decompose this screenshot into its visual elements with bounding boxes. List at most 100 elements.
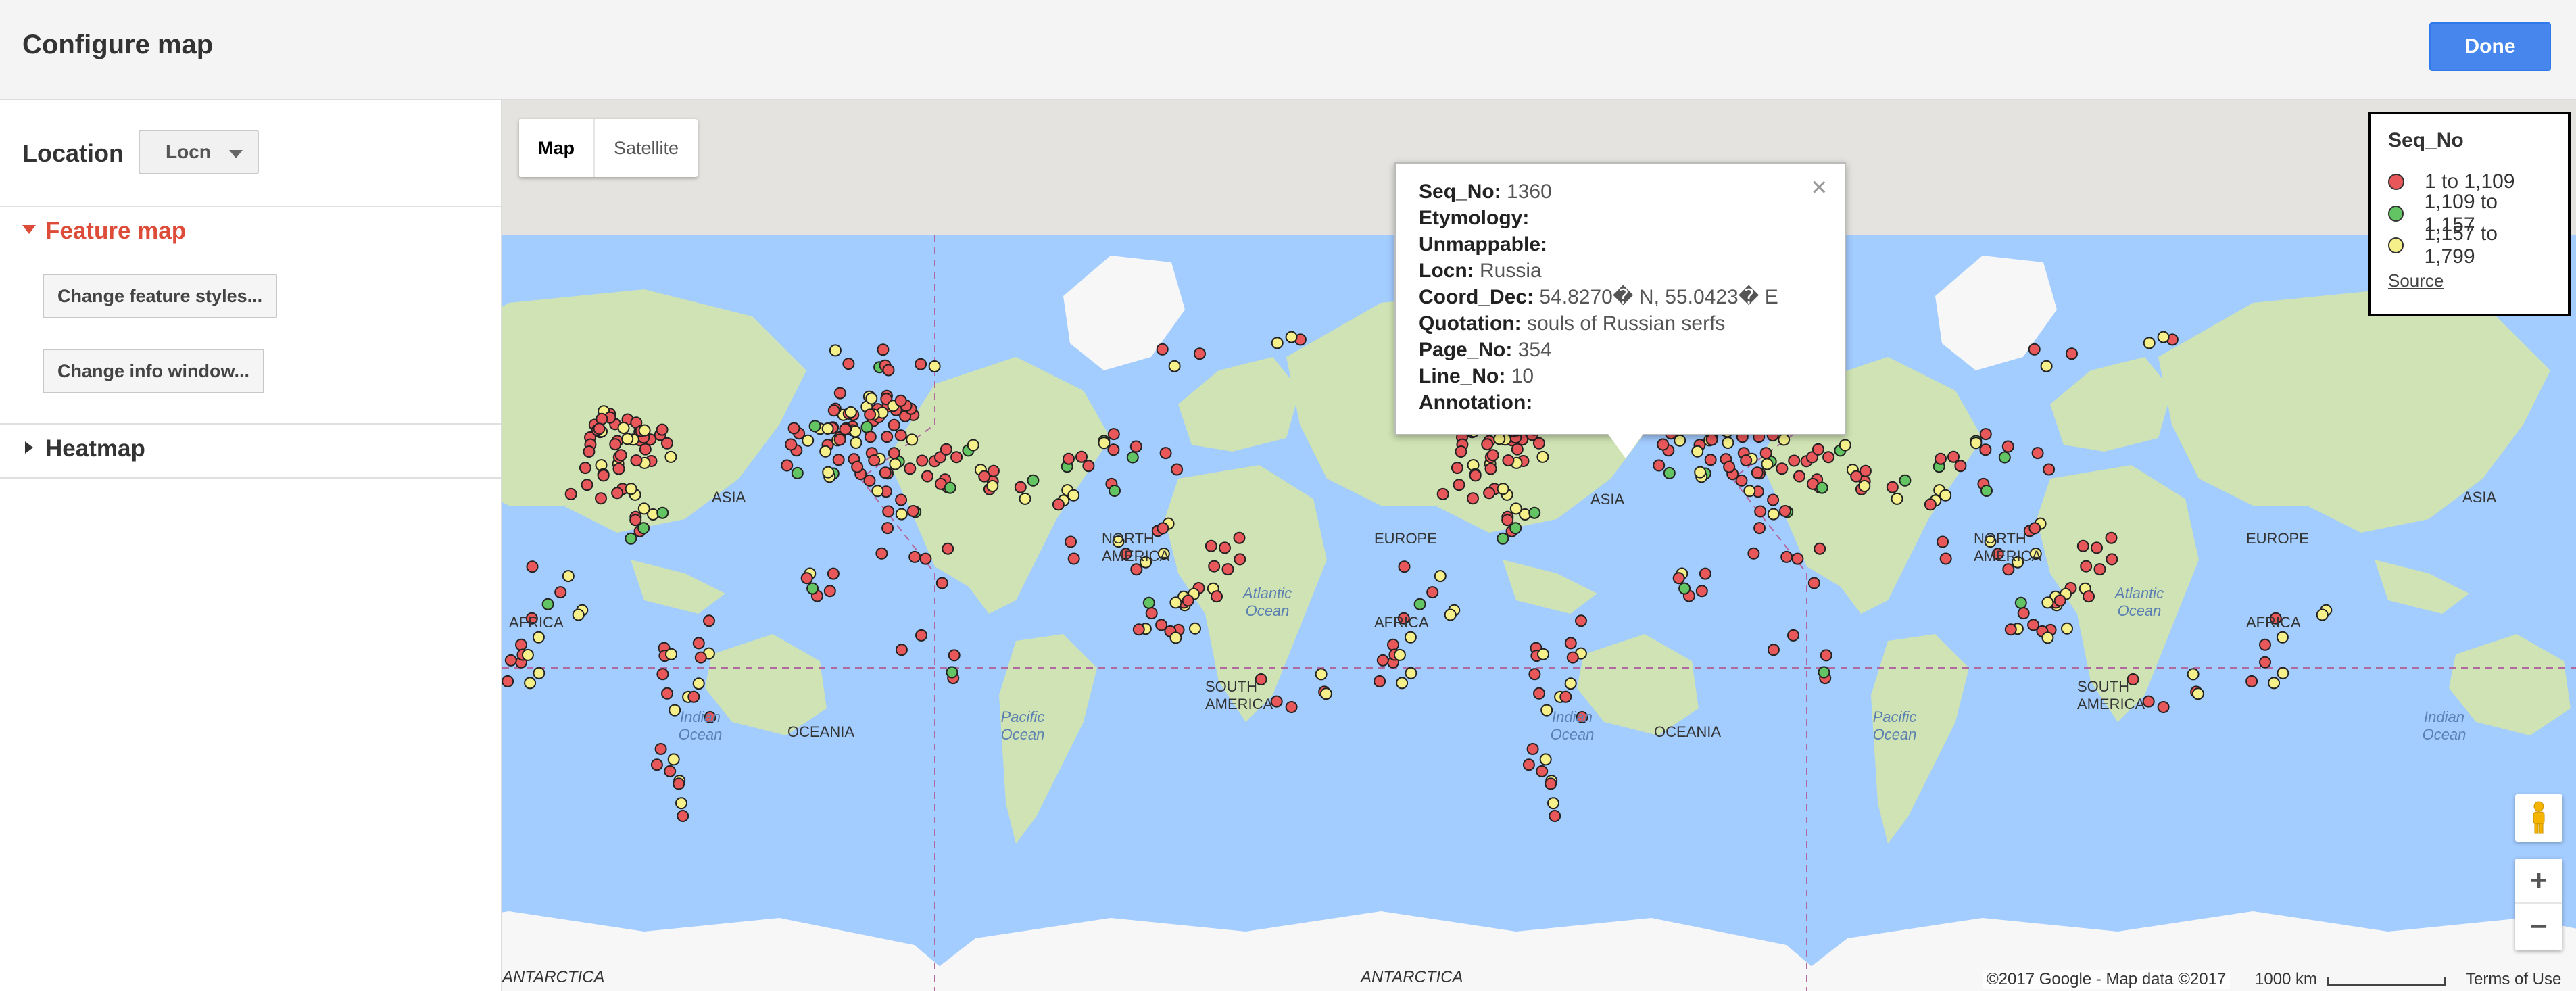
map-marker[interactable] xyxy=(895,493,908,506)
map-marker[interactable] xyxy=(1126,451,1139,464)
map-marker[interactable] xyxy=(1704,454,1717,466)
map-marker[interactable] xyxy=(664,765,677,777)
map-marker[interactable] xyxy=(928,360,941,372)
map-marker[interactable] xyxy=(1169,631,1182,644)
map-marker[interactable] xyxy=(1234,553,1246,566)
map-marker[interactable] xyxy=(1767,508,1780,521)
map-marker[interactable] xyxy=(597,469,610,482)
map-marker[interactable] xyxy=(868,454,881,467)
map-type-map-button[interactable]: Map xyxy=(519,119,595,177)
map-marker[interactable] xyxy=(895,644,908,656)
map-marker[interactable] xyxy=(1484,462,1497,475)
zoom-in-button[interactable]: + xyxy=(2515,859,2562,904)
map-marker[interactable] xyxy=(2076,539,2089,552)
map-marker[interactable] xyxy=(1109,485,1121,497)
map-marker[interactable] xyxy=(1779,505,1791,517)
map-marker[interactable] xyxy=(639,443,652,456)
map-marker[interactable] xyxy=(1820,649,1832,662)
map-marker[interactable] xyxy=(904,462,917,475)
map-marker[interactable] xyxy=(1129,440,1142,453)
map-marker[interactable] xyxy=(1233,531,1246,544)
map-marker[interactable] xyxy=(823,585,836,598)
map-marker[interactable] xyxy=(1678,582,1691,595)
close-icon[interactable]: × xyxy=(1812,174,1827,201)
map-marker[interactable] xyxy=(1980,485,1993,497)
map-marker[interactable] xyxy=(877,343,890,356)
map-marker[interactable] xyxy=(2091,541,2103,554)
map-marker[interactable] xyxy=(2014,596,2027,609)
map-marker[interactable] xyxy=(842,358,855,370)
map-marker[interactable] xyxy=(1653,459,1666,472)
map-marker[interactable] xyxy=(2316,608,2329,621)
map-marker[interactable] xyxy=(875,547,888,560)
map-marker[interactable] xyxy=(908,550,921,563)
location-select[interactable]: Locn xyxy=(139,130,259,174)
map-marker[interactable] xyxy=(1722,437,1734,449)
map-marker[interactable] xyxy=(1970,437,1983,450)
map-marker[interactable] xyxy=(781,459,794,472)
map-marker[interactable] xyxy=(1816,481,1828,494)
map-marker[interactable] xyxy=(1067,489,1080,502)
map-marker[interactable] xyxy=(1082,460,1095,473)
done-button[interactable]: Done xyxy=(2429,22,2551,71)
map-marker[interactable] xyxy=(621,433,634,445)
map-marker[interactable] xyxy=(1098,437,1111,450)
map-marker[interactable] xyxy=(1189,622,1201,635)
map-marker[interactable] xyxy=(871,485,884,498)
map-marker[interactable] xyxy=(1019,492,1031,505)
map-marker[interactable] xyxy=(1539,753,1552,766)
map-marker[interactable] xyxy=(833,433,846,446)
map-marker[interactable] xyxy=(625,483,637,495)
map-marker[interactable] xyxy=(2106,553,2118,566)
map-marker[interactable] xyxy=(1319,687,1332,700)
map-marker[interactable] xyxy=(1481,438,1494,451)
map-marker[interactable] xyxy=(882,364,895,377)
map-marker[interactable] xyxy=(1502,454,1515,467)
map-marker[interactable] xyxy=(1132,623,1145,636)
map-marker[interactable] xyxy=(2105,531,2118,544)
legend-source-link[interactable]: Source xyxy=(2388,270,2550,291)
map-marker[interactable] xyxy=(1935,452,1947,465)
map-marker[interactable] xyxy=(524,677,537,690)
map-marker[interactable] xyxy=(2031,447,2044,460)
map-marker[interactable] xyxy=(821,422,834,435)
map-marker[interactable] xyxy=(827,567,840,580)
map-marker[interactable] xyxy=(1451,462,1463,475)
map-marker[interactable] xyxy=(1156,343,1169,356)
map-marker[interactable] xyxy=(1497,532,1509,545)
map-marker[interactable] xyxy=(1814,542,1826,555)
map-marker[interactable] xyxy=(1663,466,1676,479)
map-marker[interactable] xyxy=(1754,505,1767,518)
map-marker[interactable] xyxy=(2002,563,2015,576)
map-marker[interactable] xyxy=(915,629,927,642)
pegman-control[interactable] xyxy=(2515,794,2562,842)
map-marker[interactable] xyxy=(832,454,845,466)
map-marker[interactable] xyxy=(787,422,800,435)
map-marker[interactable] xyxy=(1211,590,1223,603)
map-marker[interactable] xyxy=(656,423,669,436)
map-marker[interactable] xyxy=(687,690,700,703)
map-marker[interactable] xyxy=(1695,585,1708,598)
map-marker[interactable] xyxy=(889,458,902,470)
map-marker[interactable] xyxy=(1453,479,1465,491)
map-marker[interactable] xyxy=(1208,560,1221,573)
map-marker[interactable] xyxy=(894,429,907,442)
map-marker[interactable] xyxy=(921,470,933,483)
map-marker[interactable] xyxy=(935,577,948,589)
map-marker[interactable] xyxy=(1735,474,1748,487)
map-marker[interactable] xyxy=(1528,506,1541,519)
map-marker[interactable] xyxy=(617,422,630,434)
map-marker[interactable] xyxy=(1839,439,1851,452)
map-marker[interactable] xyxy=(2028,343,2041,356)
map-marker[interactable] xyxy=(1751,466,1764,479)
map-marker[interactable] xyxy=(1413,598,1426,610)
map-marker[interactable] xyxy=(1747,547,1760,560)
map-marker[interactable] xyxy=(637,522,650,535)
map-marker[interactable] xyxy=(1776,462,1789,475)
feature-map-toggle[interactable]: Feature map xyxy=(22,218,186,245)
map-marker[interactable] xyxy=(521,648,534,661)
map-marker[interactable] xyxy=(630,454,643,467)
map-marker[interactable] xyxy=(839,422,852,435)
map-marker[interactable] xyxy=(1761,458,1774,470)
map-marker[interactable] xyxy=(1818,666,1830,679)
